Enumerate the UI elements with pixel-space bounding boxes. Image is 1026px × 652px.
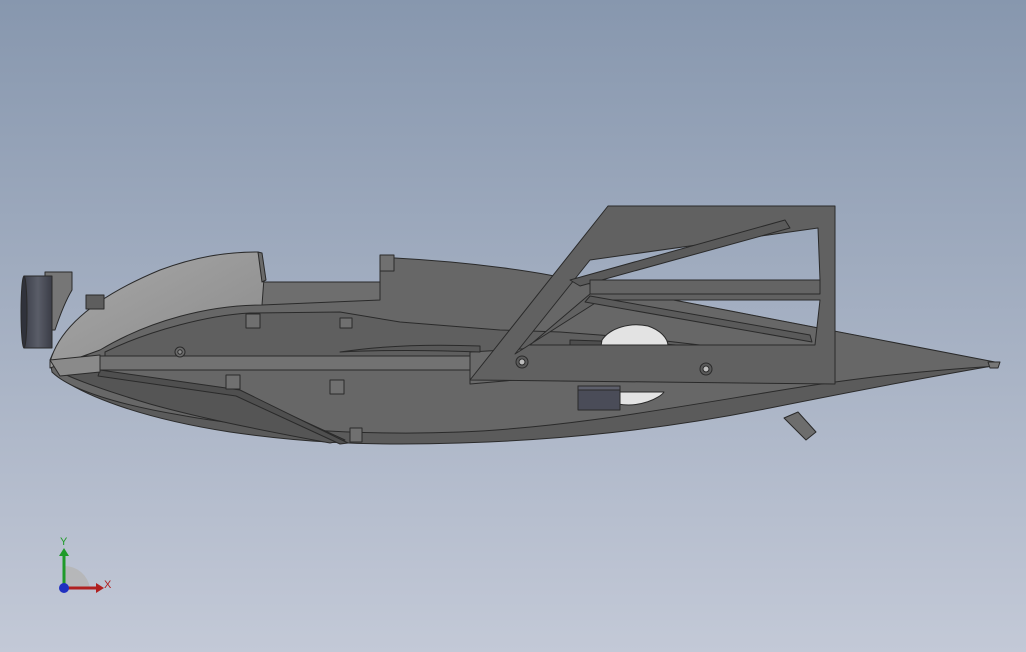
rib-tab [339,317,353,329]
motor-face [20,275,28,349]
frame-bolt-hole-inner [702,365,710,373]
frame-bolt-hole-inner [518,358,526,366]
screw-hole-inner [177,349,183,355]
x-axis-label: X [104,579,112,591]
rib-tab [225,374,241,390]
rib-tab [379,254,395,272]
y-axis-label: Y [60,536,68,548]
rib-tab [329,379,345,395]
3d-graphics-viewport[interactable]: X Y [0,0,1026,652]
rib-tab [245,313,261,329]
motor-can [23,275,53,349]
rib-tab [349,427,363,443]
truss-bar [589,279,821,295]
servo-block-top [577,385,621,391]
viewport-canvas[interactable]: X Y [0,0,1026,652]
main-stringer [74,355,471,371]
z-axis-dot [59,583,69,593]
stern-tip [987,361,1001,369]
motor-collar [85,294,105,310]
